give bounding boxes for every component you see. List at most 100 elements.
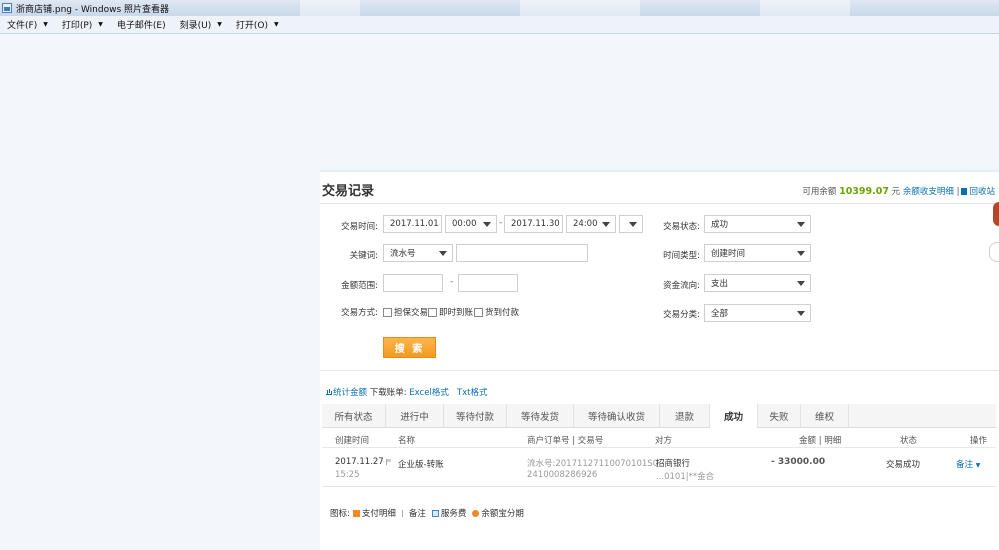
menu-print[interactable]: 打印(P) ▼ <box>55 16 110 33</box>
excel-download-link[interactable]: Excel格式 <box>409 388 449 398</box>
search-button[interactable]: 搜 索 <box>383 337 436 358</box>
status-select[interactable]: 成功 <box>704 215 811 233</box>
keyword-type-value: 流水号 <box>390 249 416 259</box>
menu-open-label: 打开(O) <box>235 21 268 31</box>
trash-icon <box>961 188 968 195</box>
tab-refund[interactable]: 退款 <box>660 404 710 427</box>
status-value: 成功 <box>711 220 729 230</box>
tab-dispute[interactable]: 维权 <box>801 404 849 427</box>
time-extra-select[interactable] <box>619 215 643 233</box>
start-date-field[interactable]: 2017.11.01 <box>383 215 442 233</box>
amount-max-input[interactable] <box>458 274 518 292</box>
method-cod-checkbox[interactable]: 货到付款 <box>474 306 519 318</box>
chevron-down-icon <box>439 251 447 256</box>
titlebar-glass <box>300 0 360 16</box>
download-label: 下载账单: <box>369 388 407 398</box>
divider <box>322 486 996 487</box>
start-time-select[interactable]: 00:00 <box>445 215 497 233</box>
balance-amount: 10399.07 <box>839 186 889 197</box>
keyword-input[interactable] <box>456 244 588 262</box>
method-escrow-checkbox[interactable]: 担保交易 <box>383 306 428 318</box>
payment-detail-icon <box>352 509 360 517</box>
row-time: 15:25 <box>335 470 360 480</box>
header-status: 状态 <box>900 436 918 446</box>
row-amount: - 33000.00 <box>771 457 826 467</box>
row-party-line1: 招商银行 <box>656 459 691 469</box>
header-name: 名称 <box>398 436 416 446</box>
titlebar-glass <box>760 0 850 16</box>
status-label: 交易状态: <box>663 222 700 232</box>
method-instant-checkbox[interactable]: 即时到账 <box>428 306 473 318</box>
timetype-value: 创建时间 <box>711 249 746 259</box>
recycle-link[interactable]: 回收站 <box>969 187 995 197</box>
keyword-type-select[interactable]: 流水号 <box>383 244 453 262</box>
page-title: 交易记录 <box>322 184 375 199</box>
tab-awaiting-shipment[interactable]: 等待发货 <box>507 404 574 427</box>
balance-detail-link[interactable]: 余额收支明细 <box>903 187 954 197</box>
menu-file[interactable]: 文件(F) ▼ <box>0 16 55 33</box>
category-value: 全部 <box>711 309 729 319</box>
flag-icon[interactable] <box>386 459 392 465</box>
chevron-down-icon: ▼ <box>43 21 48 28</box>
end-time-select[interactable]: 24:00 <box>566 215 616 233</box>
chevron-down-icon <box>629 222 637 227</box>
installment-icon <box>472 509 480 517</box>
side-scroll-handle[interactable] <box>989 242 999 262</box>
titlebar-glass <box>520 0 640 16</box>
row-note-action[interactable]: 备注 ▼ <box>956 458 980 470</box>
end-time-value: 24:00 <box>573 219 598 229</box>
menu-file-label: 文件(F) <box>7 21 38 31</box>
method-instant-label: 即时到账 <box>439 308 474 318</box>
chevron-down-icon <box>797 251 805 256</box>
menu-burn[interactable]: 刻录(U) ▼ <box>173 16 229 33</box>
txt-download-link[interactable]: Txt格式 <box>457 388 488 398</box>
chevron-down-icon <box>797 281 805 286</box>
photo-viewer-icon <box>2 3 12 13</box>
keyword-label: 关键词: <box>349 251 378 261</box>
tab-in-progress[interactable]: 进行中 <box>386 404 444 427</box>
end-date-field[interactable]: 2017.11.30 <box>504 215 563 233</box>
legend-installment: 余额宝分期 <box>472 507 524 519</box>
icon-legend: 图标: 支付明细 备注 服务费 余额宝分期 <box>330 507 530 519</box>
row-name: 企业版-转账 <box>398 460 444 470</box>
status-tabs: 所有状态 进行中 等待付款 等待发货 等待确认收货 退款 成功 失败 维权 <box>322 404 996 428</box>
category-select[interactable]: 全部 <box>704 304 811 322</box>
timetype-select[interactable]: 创建时间 <box>704 244 811 262</box>
tab-failed[interactable]: 失败 <box>758 404 801 427</box>
flow-select[interactable]: 支出 <box>704 274 811 292</box>
bar-chart-icon <box>326 388 332 395</box>
tab-awaiting-payment[interactable]: 等待付款 <box>444 404 507 427</box>
legend-label: 图标: <box>330 509 350 519</box>
tab-all[interactable]: 所有状态 <box>322 404 386 427</box>
legend-service-fee-label: 服务费 <box>440 509 467 519</box>
category-label: 交易分类: <box>663 310 700 320</box>
chevron-down-icon <box>602 222 610 227</box>
stats-amount-link[interactable]: 统计金额 <box>333 388 367 398</box>
chevron-down-icon <box>483 222 491 227</box>
flow-value: 支出 <box>711 279 729 289</box>
legend-service-fee: 服务费 <box>431 507 467 519</box>
divider: | <box>956 187 960 197</box>
tab-awaiting-receipt[interactable]: 等待确认收货 <box>574 404 660 427</box>
menu-burn-label: 刻录(U) <box>179 21 212 31</box>
balance-label: 可用余额 <box>802 187 837 197</box>
amount-range-sep: - <box>450 277 454 287</box>
row-order-line2: 2410008286926 <box>527 470 598 480</box>
legend-payment-detail-label: 支付明细 <box>361 509 396 519</box>
method-label: 交易方式: <box>341 308 378 318</box>
menubar: 文件(F) ▼ 打印(P) ▼ 电子邮件(E) 刻录(U) ▼ 打开(O) ▼ <box>0 16 999 34</box>
row-date: 2017.11.27 <box>335 457 384 467</box>
menu-email[interactable]: 电子邮件(E) <box>110 16 173 33</box>
stats-row: 统计金额 下载账单: Excel格式 Txt格式 <box>326 386 488 398</box>
header-action: 操作 <box>970 436 988 446</box>
menu-open[interactable]: 打开(O) ▼ <box>229 16 286 33</box>
amount-min-input[interactable] <box>383 274 443 292</box>
side-badge[interactable] <box>993 202 999 226</box>
legend-note: 备注 <box>401 507 426 519</box>
header-created: 创建时间 <box>335 436 370 446</box>
tab-success[interactable]: 成功 <box>710 404 758 428</box>
header-amount: 金额 | 明细 <box>799 436 842 446</box>
row-party-line2: ...0101|**金合 <box>656 472 715 482</box>
checkbox-box <box>474 307 483 317</box>
timetype-label: 时间类型: <box>663 251 700 261</box>
